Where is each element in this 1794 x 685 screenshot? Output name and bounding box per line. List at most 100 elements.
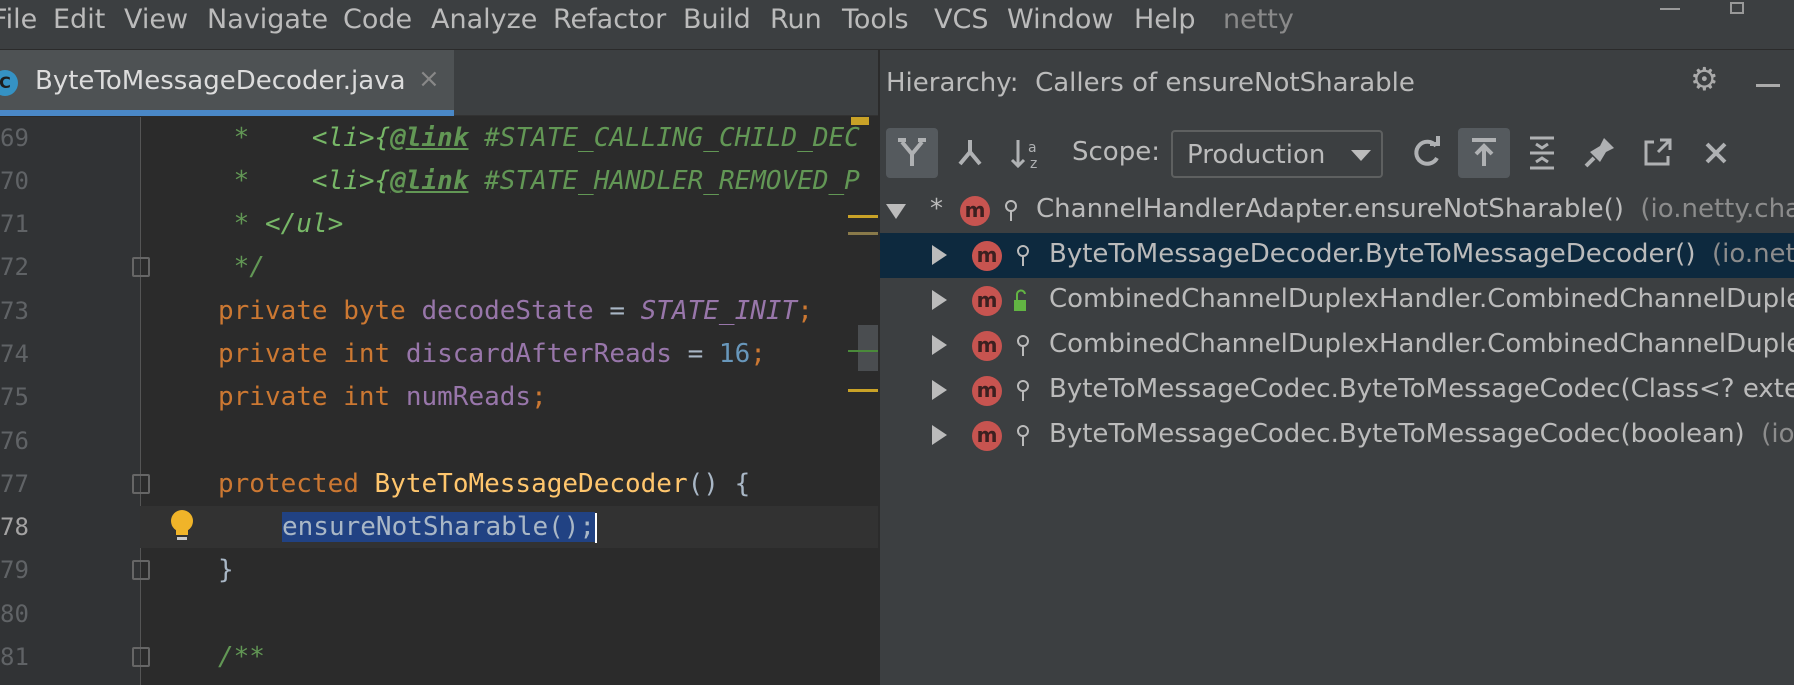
restore-window-icon[interactable] [1730, 2, 1744, 14]
tree-row[interactable]: m CombinedChannelDuplexHandler.CombinedC… [880, 323, 1794, 368]
menu-vcs[interactable]: VCS [934, 0, 988, 40]
menu-tools[interactable]: Tools [842, 0, 909, 40]
fold-marker-icon[interactable] [132, 257, 150, 277]
menu-code[interactable]: Code [343, 0, 412, 40]
scope-label: Scope: [1072, 137, 1160, 167]
caller-hierarchy-icon[interactable] [886, 128, 938, 178]
hierarchy-tree[interactable]: * m ChannelHandlerAdapter.ensureNotShara… [880, 188, 1794, 685]
error-stripe-marker[interactable] [848, 232, 878, 235]
line-number-current: 78 [0, 513, 29, 541]
callee-hierarchy-icon[interactable] [944, 128, 996, 178]
tree-row-label: CombinedChannelDuplexHandler.CombinedCha… [1049, 329, 1794, 359]
refresh-icon[interactable] [1400, 128, 1452, 178]
comment-tag: <li>{ [311, 166, 391, 196]
active-tab-indicator [0, 110, 454, 116]
error-stripe-marker[interactable] [848, 389, 878, 392]
line-number: 69 [0, 124, 29, 152]
constant: STATE_INIT [640, 296, 798, 326]
semicolon: ; [579, 512, 596, 542]
tab-close-icon[interactable]: × [418, 64, 440, 94]
line-number: 72 [0, 253, 29, 281]
open-in-window-icon[interactable] [1632, 128, 1684, 178]
comment-text: * [218, 166, 312, 196]
expand-arrow-icon[interactable] [932, 245, 947, 265]
fold-marker-icon[interactable] [132, 560, 150, 580]
method-icon: m [960, 196, 990, 226]
semicolon: ; [797, 296, 813, 326]
menu-analyze[interactable]: Analyze [431, 0, 537, 40]
tree-row[interactable]: m ByteToMessageCodec.ByteToMessageCodec(… [880, 368, 1794, 413]
code-text: } [218, 555, 234, 585]
package-name: (io.net [1712, 239, 1794, 269]
number-literal: 16 [718, 339, 751, 369]
expand-arrow-icon[interactable] [932, 380, 947, 400]
error-stripe-marker[interactable] [848, 215, 878, 218]
menu-navigate[interactable]: Navigate [207, 0, 328, 40]
scrollbar-thumb[interactable] [858, 325, 878, 371]
line-number: 80 [0, 600, 29, 628]
menu-window[interactable]: Window [1007, 0, 1113, 40]
text-caret [595, 512, 598, 543]
code-line-75: private int numReads; [218, 376, 547, 418]
code-editor[interactable]: 69 70 71 72 73 74 75 76 77 78 79 80 81 *… [0, 117, 878, 685]
minimize-window-icon[interactable] [1660, 8, 1680, 10]
tree-row-label: CombinedChannelDuplexHandler.CombinedCha… [1049, 284, 1794, 314]
close-icon[interactable] [1690, 128, 1742, 178]
code-line-71: * </ul> [218, 203, 344, 245]
code-line-79: } [218, 549, 234, 591]
comment-tag: </ul> [264, 209, 344, 239]
method-name: ByteToMessageDecoder.ByteToMessageDecode… [1049, 239, 1696, 269]
menu-build[interactable]: Build [683, 0, 751, 40]
lightbulb-icon[interactable] [170, 509, 194, 545]
tree-row-selected[interactable]: m ByteToMessageDecoder.ByteToMessageDeco… [880, 233, 1794, 278]
editor-tab[interactable]: C ByteToMessageDecoder.java × [0, 50, 454, 116]
comment-text: * [218, 209, 265, 239]
fold-marker-icon[interactable] [132, 474, 150, 494]
warning-marker-icon[interactable] [851, 117, 869, 125]
fold-marker-icon[interactable] [132, 647, 150, 667]
panel-title-text: Callers of ensureNotSharable [1035, 68, 1415, 98]
keyword: private int [218, 339, 406, 369]
pin-icon[interactable] [1574, 128, 1626, 178]
scope-dropdown[interactable]: Production [1171, 130, 1383, 178]
line-number: 73 [0, 297, 29, 325]
method-name: CombinedChannelDuplexHandler.CombinedCha… [1049, 329, 1794, 359]
code-line-74: private int discardAfterReads = 16; [218, 333, 766, 375]
expand-all-icon[interactable] [1516, 128, 1568, 178]
menu-view[interactable]: View [124, 0, 188, 40]
export-icon[interactable] [1458, 128, 1510, 178]
method-name: ChannelHandlerAdapter.ensureNotSharable(… [1036, 194, 1624, 224]
javadoc-link[interactable]: @link [390, 166, 468, 196]
method-name: ByteToMessageDecoder [374, 469, 688, 499]
method-icon: m [972, 421, 1002, 451]
field-name: discardAfterReads [405, 339, 672, 369]
tree-row[interactable]: * m ChannelHandlerAdapter.ensureNotShara… [880, 188, 1794, 233]
hide-panel-icon[interactable] [1756, 84, 1780, 87]
expand-arrow-icon[interactable] [932, 425, 947, 445]
line-number: 70 [0, 167, 29, 195]
tree-row[interactable]: m CombinedChannelDuplexHandler.CombinedC… [880, 278, 1794, 323]
comment-text: #STATE_HANDLER_REMOVED_P [468, 166, 860, 196]
menu-file[interactable]: File [0, 0, 37, 40]
method-name: ByteToMessageCodec.ByteToMessageCodec(Cl… [1049, 374, 1794, 404]
public-lock-icon [1014, 289, 1026, 311]
menu-run[interactable]: Run [770, 0, 822, 40]
expand-arrow-icon[interactable] [932, 335, 947, 355]
sort-alphabetically-icon[interactable]: az [1002, 128, 1054, 178]
gear-icon[interactable]: ⚙ [1690, 60, 1719, 98]
menu-bar: File Edit View Navigate Code Analyze Ref… [0, 0, 1794, 50]
keyword: private int [218, 382, 406, 412]
expand-arrow-icon[interactable] [932, 290, 947, 310]
expand-arrow-icon[interactable] [886, 204, 906, 219]
protected-visibility-icon [1017, 425, 1029, 446]
line-number: 71 [0, 210, 29, 238]
menu-help[interactable]: Help [1134, 0, 1196, 40]
project-name: netty [1223, 4, 1294, 35]
menu-refactor[interactable]: Refactor [553, 0, 666, 40]
comment-text: * [218, 123, 312, 153]
package-name: (io.netty.cha [1640, 194, 1794, 224]
menu-edit[interactable]: Edit [53, 0, 105, 40]
tree-row[interactable]: m ByteToMessageCodec.ByteToMessageCodec(… [880, 413, 1794, 458]
protected-visibility-icon [1005, 200, 1017, 221]
javadoc-link[interactable]: @link [390, 123, 468, 153]
